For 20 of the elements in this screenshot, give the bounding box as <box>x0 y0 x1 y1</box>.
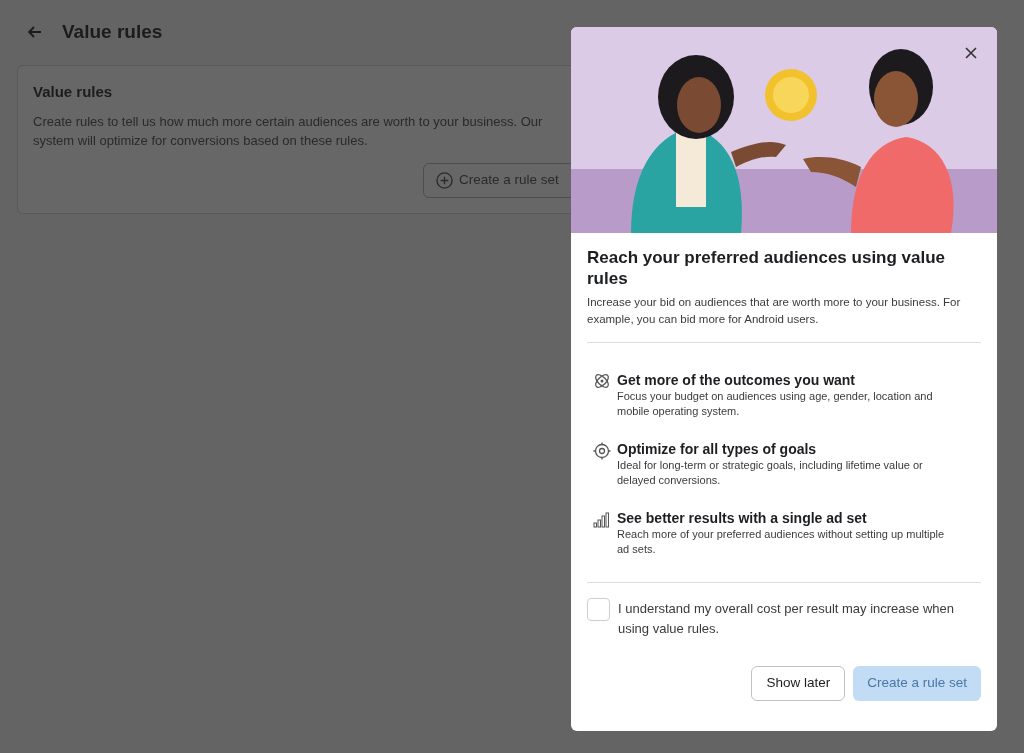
bar-chart-icon <box>593 512 610 528</box>
target-icon <box>593 442 611 460</box>
feature-title: See better results with a single ad set <box>617 509 868 527</box>
feature-description: Ideal for long-term or strategic goals, including lifetime value or delayed conversions. <box>617 458 924 488</box>
show-later-button[interactable]: Show later <box>751 666 846 701</box>
checkbox-label: I understand my overall cost per result may increase when using value rules. <box>618 600 955 638</box>
close-button[interactable] <box>963 45 979 61</box>
card-title: Value rules <box>33 82 114 102</box>
page-title: Value rules <box>62 19 163 44</box>
plus-circle-icon <box>436 171 453 189</box>
dialog-title: Reach your preferred audiences using value rules <box>587 247 947 289</box>
back-arrow-icon[interactable] <box>28 26 42 38</box>
feature-title: Get more of the outcomes you want <box>617 371 857 389</box>
feature-title: Optimize for all types of goals <box>617 440 818 458</box>
atom-icon <box>593 372 611 390</box>
checkbox[interactable] <box>587 598 610 621</box>
feature-description: Reach more of your preferred audiences without setting up multiple ad sets. <box>617 527 946 557</box>
feature-description: Focus your budget on audiences using age, gender, location and mobile operating system. <box>617 389 934 419</box>
dialog-description: Increase your bid on audiences that are worth more to your business. For example, you can bid more for Android users. <box>587 295 962 327</box>
card-description: Create rules to tell us how much more certain audiences are worth to your business. Our system will optimize for conversions based on these rules. <box>33 112 544 150</box>
